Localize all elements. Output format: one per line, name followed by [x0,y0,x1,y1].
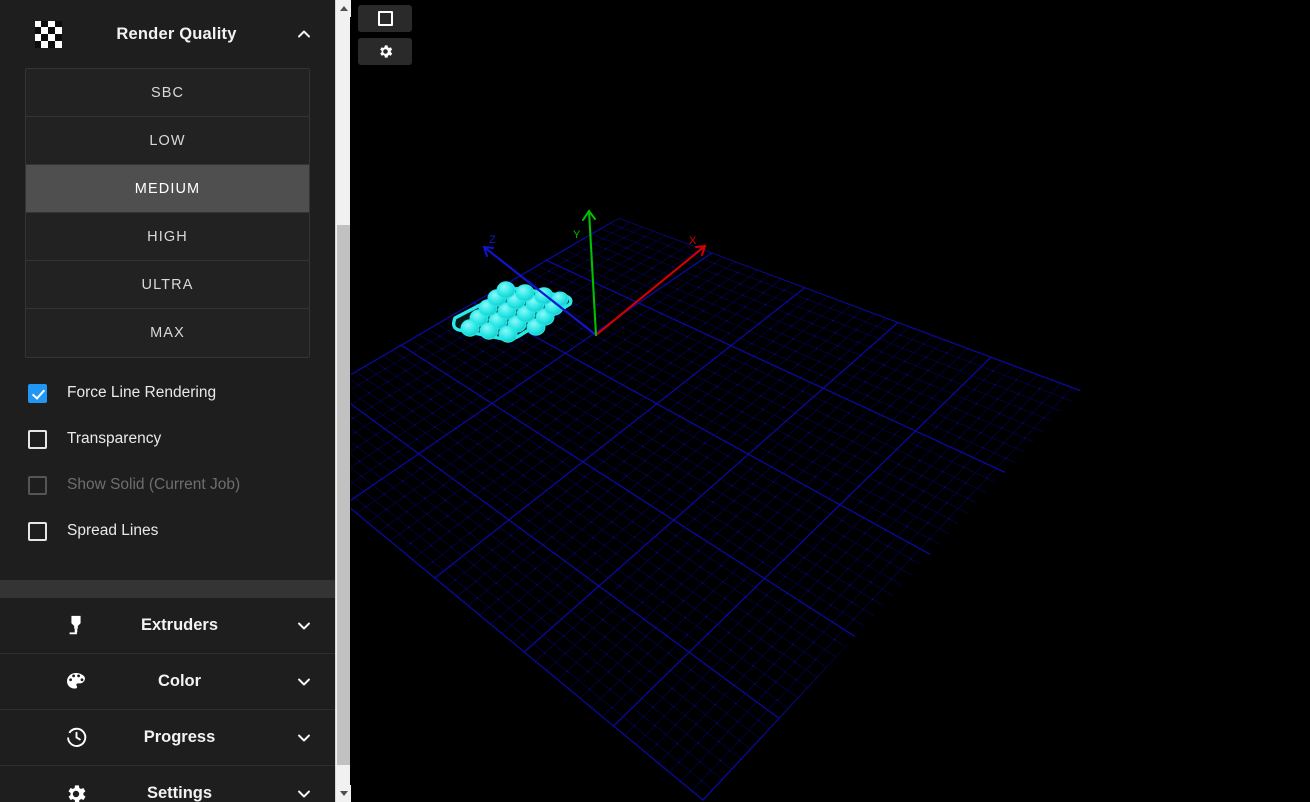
checkbox-row-show-solid-current-job: Show Solid (Current Job) [0,462,335,508]
chevron-down-icon[interactable] [291,616,317,636]
3d-viewport[interactable]: Z X Y [351,0,1310,802]
section-divider [0,580,335,598]
checkbox-label: Spread Lines [67,522,159,539]
checkbox-spread-lines[interactable] [28,521,47,541]
view-mode-button[interactable] [358,5,412,32]
checkbox-row-transparency[interactable]: Transparency [0,416,335,462]
chevron-down-icon[interactable] [291,728,317,748]
sidebar-section-progress[interactable]: Progress [0,710,335,766]
chevron-up-icon[interactable] [291,24,317,44]
quality-option-medium[interactable]: MEDIUM [26,165,309,213]
checkbox-show-solid-current-job [28,475,47,495]
checkbox-label: Transparency [67,430,162,447]
checkbox-label: Force Line Rendering [67,384,217,401]
checkbox-force-line-rendering[interactable] [28,383,47,403]
quality-option-max[interactable]: MAX [26,309,309,357]
section-label: Color [157,672,202,690]
checkbox-label: Show Solid (Current Job) [67,476,241,493]
checkbox-transparency[interactable] [28,429,47,449]
sidebar-panel: Render Quality SBC LOW MEDIUM HIGH ULTRA… [0,0,335,802]
quality-option-high[interactable]: HIGH [26,213,309,261]
panel-title: Render Quality [116,24,237,43]
svg-text:Z: Z [489,234,496,246]
build-plate-scene: Z X Y [351,0,1310,802]
scroll-down-arrow[interactable] [336,785,351,802]
viewport-toolbar [358,5,412,65]
section-label: Progress [143,728,216,746]
checkbox-row-force-line-rendering[interactable]: Force Line Rendering [0,370,335,416]
svg-text:Y: Y [573,229,581,241]
render-quality-options: SBC LOW MEDIUM HIGH ULTRA MAX [25,68,310,358]
viewport-settings-button[interactable] [358,38,412,65]
svg-text:X: X [689,235,697,247]
checkbox-row-spread-lines[interactable]: Spread Lines [0,508,335,554]
square-outline-icon [377,11,393,26]
sidebar-section-color[interactable]: Color [0,654,335,710]
sidebar-section-extruders[interactable]: Extruders [0,598,335,654]
sidebar-section-settings[interactable]: Settings [0,766,335,802]
app-root: Render Quality SBC LOW MEDIUM HIGH ULTRA… [0,0,1310,802]
section-label: Extruders [140,616,219,634]
chevron-down-icon[interactable] [291,784,317,802]
quality-option-low[interactable]: LOW [26,117,309,165]
quality-option-ultra[interactable]: ULTRA [26,261,309,309]
panel-header-render-quality[interactable]: Render Quality [0,0,335,68]
section-label: Settings [146,784,213,802]
scrollbar-thumb[interactable] [337,225,350,765]
chevron-down-icon[interactable] [291,672,317,692]
scroll-up-arrow[interactable] [336,0,351,17]
gear-icon [379,45,392,58]
quality-option-sbc[interactable]: SBC [26,69,309,117]
sidebar-scrollbar[interactable] [335,0,351,802]
